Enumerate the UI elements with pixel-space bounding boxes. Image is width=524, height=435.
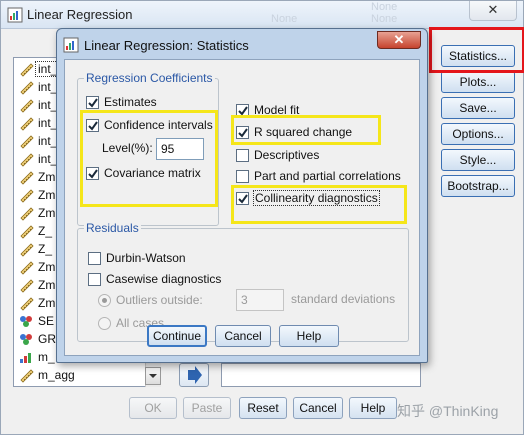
descriptives-label: Descriptives	[254, 148, 320, 162]
ruler-icon	[20, 153, 34, 167]
ruler-icon	[20, 243, 34, 257]
variable-label: GR	[38, 332, 56, 346]
residuals-legend: Residuals	[84, 221, 141, 235]
checkbox-box	[236, 170, 249, 183]
casewise-diagnostics-checkbox[interactable]: Casewise diagnostics	[88, 271, 238, 289]
ruler-icon	[20, 261, 34, 275]
variable-label: Zm	[38, 296, 56, 310]
variable-label: Zm	[38, 188, 56, 202]
target-variable-field[interactable]	[221, 363, 421, 387]
outliers-outside-label: Outliers outside:	[116, 293, 203, 307]
dialog-titlebar[interactable]: Linear Regression: Statistics ✕	[57, 29, 427, 59]
ruler-icon	[20, 171, 34, 185]
parent-cancel-button[interactable]: Cancel	[293, 397, 343, 419]
outliers-value-input[interactable]: 3	[236, 289, 284, 311]
ghost-text: None	[271, 13, 298, 25]
radio-circle	[98, 317, 111, 330]
ruler-icon	[20, 63, 34, 77]
options-button[interactable]: Options...	[441, 123, 515, 145]
bootstrap-button[interactable]: Bootstrap...	[441, 175, 515, 197]
variable-label: Zm	[38, 170, 56, 184]
spss-app-icon	[63, 37, 79, 53]
parent-titlebar[interactable]: Linear Regression ✕	[1, 1, 523, 29]
checkmark-icon	[88, 98, 98, 108]
coefficients-highlight-box	[80, 110, 218, 207]
dialog-body: Regression Coefficients Estimates Confid…	[64, 59, 420, 356]
variable-label: SE	[38, 314, 55, 328]
variable-label: int_	[38, 98, 58, 112]
arrow-right-icon	[188, 366, 202, 384]
estimates-label: Estimates	[104, 95, 157, 109]
chevron-down-icon	[149, 374, 157, 378]
ok-button[interactable]: OK	[129, 397, 177, 419]
ruler-icon	[20, 369, 34, 383]
radio-dot	[102, 298, 107, 303]
save-button[interactable]: Save...	[441, 97, 515, 119]
scroll-down-button[interactable]	[145, 367, 161, 385]
ghost-text: None	[371, 13, 398, 25]
move-variable-button[interactable]	[179, 363, 209, 387]
ghost-text: None	[371, 1, 398, 13]
ordinal-icon	[20, 353, 31, 363]
part-partial-correlations-checkbox[interactable]: Part and partial correlations	[236, 168, 412, 186]
dialog-title: Linear Regression: Statistics	[84, 38, 249, 53]
outliers-outside-radio[interactable]: Outliers outside:	[98, 292, 218, 310]
ruler-icon	[20, 207, 34, 221]
variable-label: Z_	[38, 224, 53, 238]
ruler-icon	[20, 297, 34, 311]
variable-label: m_agg	[38, 368, 75, 382]
statistics-dialog: Linear Regression: Statistics ✕ Regressi…	[56, 28, 428, 363]
nominal-icon	[20, 334, 32, 345]
variable-label: Zm	[38, 278, 56, 292]
variable-label: int_	[38, 80, 58, 94]
collinearity-highlight-box	[231, 185, 407, 224]
dialog-close-button[interactable]: ✕	[377, 31, 421, 49]
variable-label: int_	[38, 116, 58, 130]
descriptives-checkbox[interactable]: Descriptives	[236, 147, 336, 165]
dialog-cancel-button[interactable]: Cancel	[215, 325, 271, 347]
variable-list-item[interactable]: m_agg	[14, 366, 146, 384]
variable-label: Zm	[38, 206, 56, 220]
durbin-watson-label: Durbin-Watson	[106, 251, 186, 265]
continue-button[interactable]: Continue	[147, 325, 207, 347]
ruler-icon	[20, 225, 34, 239]
r-squared-highlight-box	[231, 115, 381, 145]
part-partial-correlations-label: Part and partial correlations	[254, 169, 401, 183]
reset-button[interactable]: Reset	[239, 397, 287, 419]
plots-button[interactable]: Plots...	[441, 71, 515, 93]
radio-circle	[98, 294, 111, 307]
parent-title: Linear Regression	[27, 7, 133, 22]
variable-label: m_	[38, 350, 55, 364]
casewise-diagnostics-label: Casewise diagnostics	[106, 272, 222, 286]
close-icon: ✕	[393, 32, 405, 47]
dialog-help-button[interactable]: Help	[279, 325, 339, 347]
variable-label: int_	[38, 134, 58, 148]
ruler-icon	[20, 99, 34, 113]
variable-label: Zm	[38, 260, 56, 274]
parent-help-button[interactable]: Help	[349, 397, 397, 419]
style-button[interactable]: Style...	[441, 149, 515, 171]
durbin-watson-checkbox[interactable]: Durbin-Watson	[88, 250, 198, 268]
ruler-icon	[20, 117, 34, 131]
standard-deviations-label: standard deviations	[291, 292, 396, 306]
variable-label: int_	[38, 152, 58, 166]
watermark: 知乎 @ThinKing	[397, 403, 499, 419]
paste-button[interactable]: Paste	[183, 397, 231, 419]
parent-close-button[interactable]: ✕	[469, 1, 517, 21]
checkbox-box	[88, 273, 101, 286]
regression-coefficients-legend: Regression Coefficients	[84, 71, 215, 85]
statistics-highlight-box	[429, 27, 524, 73]
ruler-icon	[20, 135, 34, 149]
checkbox-box	[236, 149, 249, 162]
close-icon: ✕	[487, 2, 499, 17]
ruler-icon	[20, 81, 34, 95]
checkbox-box	[86, 96, 99, 109]
variable-label: Z_	[38, 242, 53, 256]
nominal-icon	[20, 316, 32, 327]
spss-app-icon	[7, 7, 23, 23]
ruler-icon	[20, 189, 34, 203]
checkbox-box	[88, 252, 101, 265]
ruler-icon	[20, 279, 34, 293]
